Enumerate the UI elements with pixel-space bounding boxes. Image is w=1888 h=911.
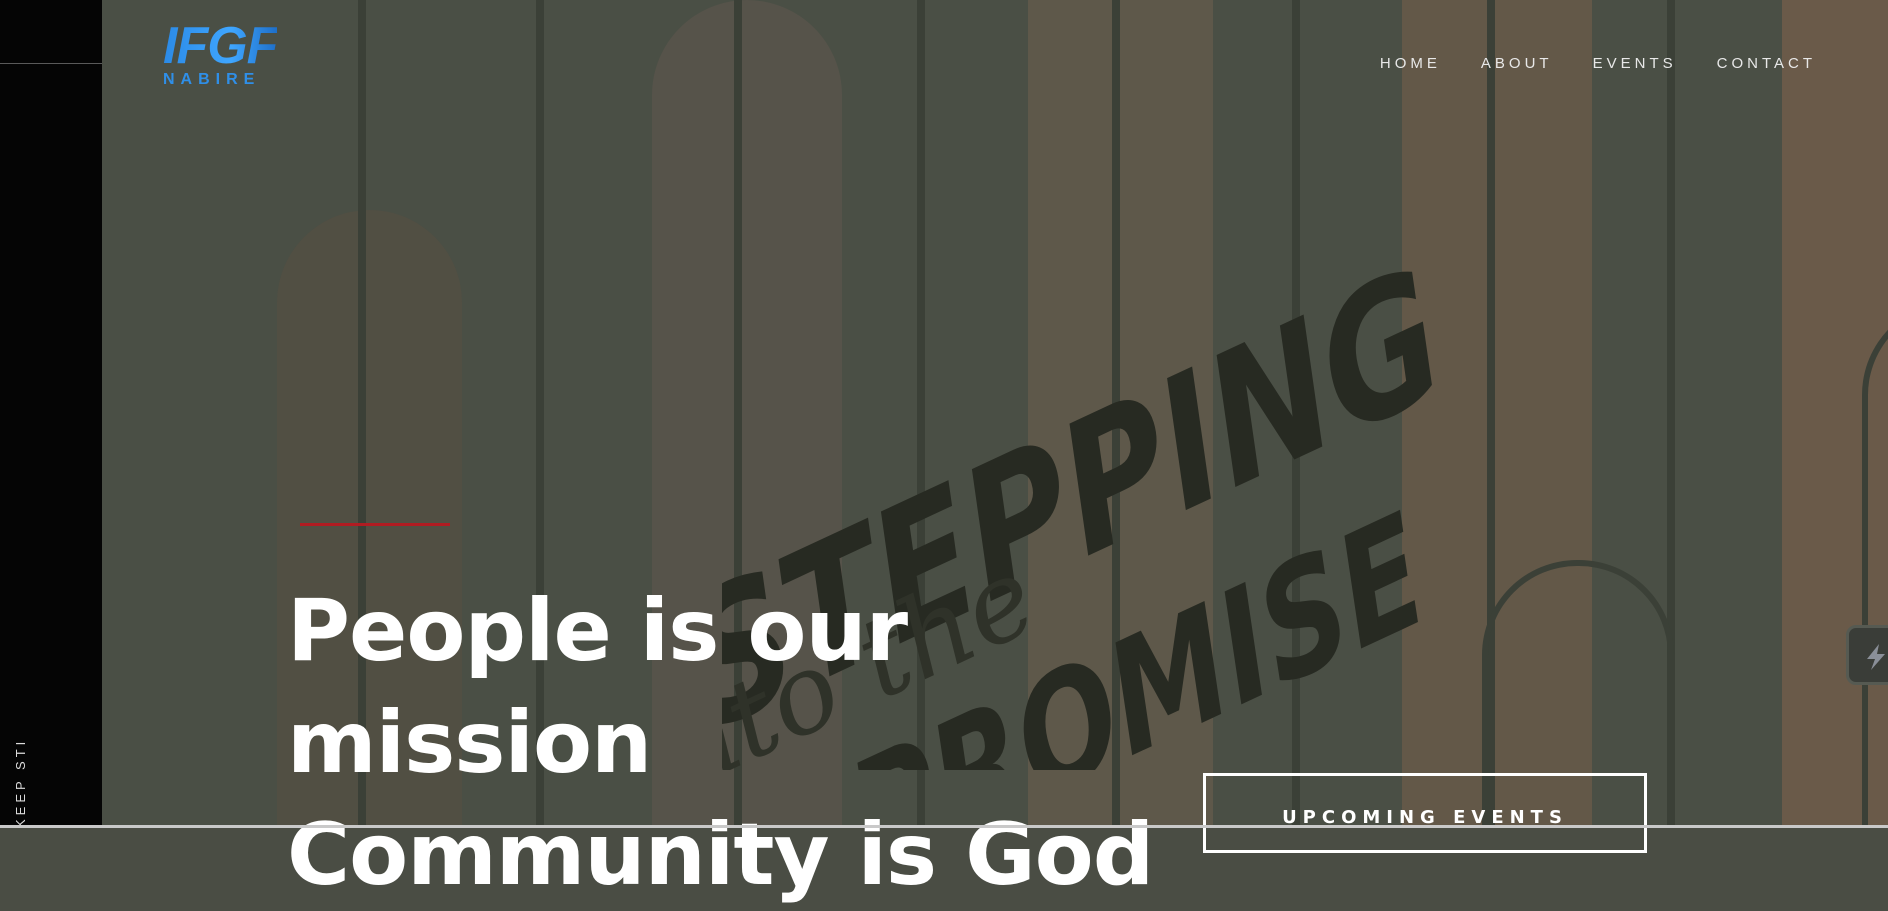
site-logo[interactable]: IFGF NABIRE [163, 17, 278, 89]
floating-widget[interactable] [1846, 625, 1888, 685]
headline-line: mission [287, 693, 652, 793]
headline-line: People is our [287, 581, 908, 681]
side-rail [0, 0, 102, 828]
lightning-icon [1867, 644, 1885, 670]
nav-about[interactable]: ABOUT [1481, 55, 1553, 72]
upcoming-events-button[interactable]: UPCOMING EVENTS [1203, 773, 1647, 853]
nav-home[interactable]: HOME [1380, 55, 1441, 72]
rail-divider [0, 63, 117, 64]
headline-accent-line [300, 523, 450, 526]
nav-contact[interactable]: CONTACT [1717, 55, 1816, 72]
logo-subtitle: NABIRE [163, 71, 261, 88]
rail-vertical-text: KEEP STI [13, 737, 28, 828]
logo-wordmark: IFGF [163, 17, 278, 75]
headline-line: Community is God [287, 805, 1154, 905]
nav-events[interactable]: EVENTS [1593, 55, 1677, 72]
main-nav: HOME ABOUT EVENTS CONTACT [1380, 55, 1816, 72]
hero-headline: People is our mission Community is God [287, 575, 1154, 911]
